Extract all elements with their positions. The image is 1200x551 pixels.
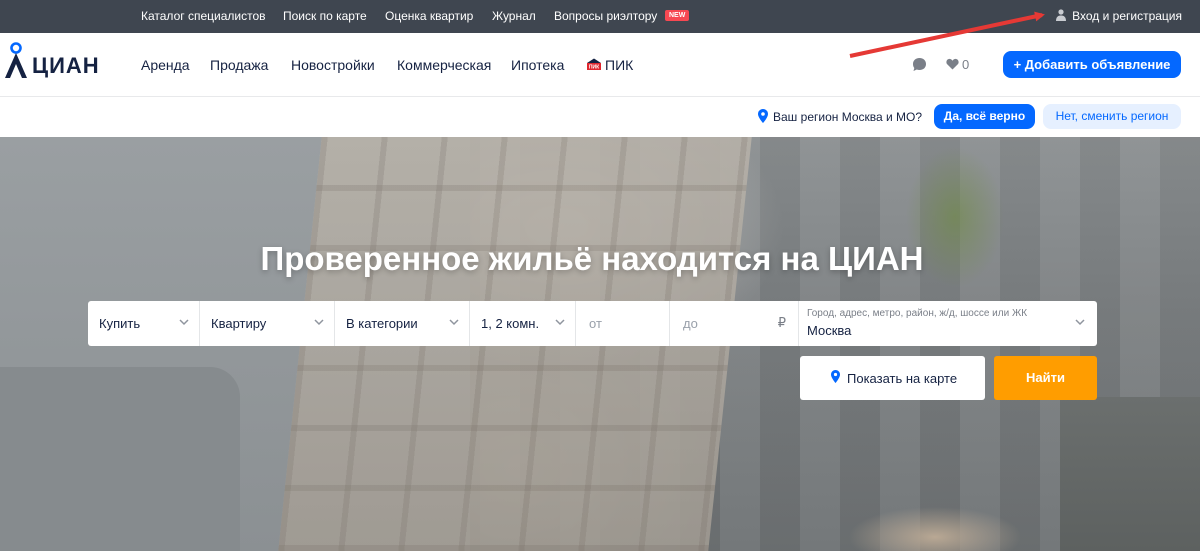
new-badge: NEW bbox=[665, 10, 690, 21]
geo-value: Москва bbox=[807, 323, 852, 338]
nav-rent[interactable]: Аренда bbox=[141, 57, 190, 73]
category-select[interactable]: В категории bbox=[335, 301, 470, 346]
cian-logo[interactable]: ЦИАН bbox=[2, 42, 106, 80]
nav-mortgage[interactable]: Ипотека bbox=[511, 57, 564, 73]
link-journal[interactable]: Журнал bbox=[492, 9, 536, 23]
rooms-value: 1, 2 комн. bbox=[481, 316, 540, 331]
show-on-map-label: Показать на карте bbox=[847, 371, 958, 386]
chevron-down-icon bbox=[1075, 319, 1085, 326]
chevron-down-icon bbox=[449, 319, 459, 326]
nav-commercial[interactable]: Коммерческая bbox=[397, 57, 491, 73]
logo-mark-icon bbox=[5, 42, 27, 78]
region-question: Ваш регион Москва и МО? bbox=[773, 110, 923, 124]
nav-new-buildings[interactable]: Новостройки bbox=[291, 57, 375, 73]
hero-title: Проверенное жильё находится на ЦИАН bbox=[260, 240, 924, 277]
show-on-map-button[interactable]: Показать на карте bbox=[800, 356, 985, 400]
main-header: ЦИАН Аренда Продажа Новостройки Коммерче… bbox=[0, 33, 1200, 97]
favorites-count: 0 bbox=[962, 57, 970, 72]
logo-text: ЦИАН bbox=[32, 53, 100, 78]
link-realtor-questions[interactable]: Вопросы риэлтору bbox=[554, 9, 657, 23]
region-bar: Ваш регион Москва и МО? Да, всё верно Не… bbox=[0, 97, 1200, 137]
heart-icon[interactable] bbox=[946, 58, 959, 70]
geo-input[interactable]: Город, адрес, метро, район, ж/д, шоссе и… bbox=[799, 301, 1097, 346]
add-listing-button[interactable]: + Добавить объявление bbox=[1003, 51, 1181, 78]
price-to-input[interactable]: до ₽ bbox=[670, 301, 799, 346]
top-bar: Каталог специалистов Поиск по карте Оцен… bbox=[0, 0, 1200, 33]
currency-symbol: ₽ bbox=[777, 315, 786, 330]
price-to-placeholder: до bbox=[683, 316, 698, 331]
link-apartment-valuation[interactable]: Оценка квартир bbox=[385, 9, 473, 23]
change-region-button[interactable]: Нет, сменить регион bbox=[1043, 104, 1181, 129]
chevron-down-icon bbox=[314, 319, 324, 326]
map-pin-icon bbox=[831, 370, 840, 383]
pik-logo-icon: ПИК bbox=[587, 58, 601, 71]
link-specialists-catalog[interactable]: Каталог специалистов bbox=[141, 9, 266, 23]
hero-sofa-arm-image bbox=[0, 367, 240, 551]
hero-table-image bbox=[1060, 397, 1200, 551]
hero-plant-image bbox=[880, 137, 1030, 307]
find-button[interactable]: Найти bbox=[994, 356, 1097, 400]
chevron-down-icon bbox=[555, 319, 565, 326]
deal-type-select[interactable]: Купить bbox=[88, 301, 200, 346]
nav-pik[interactable]: ПИК bbox=[605, 57, 633, 73]
login-label: Вход и регистрация bbox=[1072, 9, 1182, 23]
search-form: Купить Квартиру В категории 1, 2 комн. о… bbox=[88, 301, 1097, 346]
price-from-input[interactable]: от bbox=[576, 301, 670, 346]
geo-placeholder: Город, адрес, метро, район, ж/д, шоссе и… bbox=[807, 308, 1028, 319]
rooms-select[interactable]: 1, 2 комн. bbox=[470, 301, 576, 346]
hero-banner: Проверенное жильё находится на ЦИАН Купи… bbox=[0, 137, 1200, 551]
category-value: В категории bbox=[346, 316, 418, 331]
hero-basket-image bbox=[820, 487, 1050, 551]
login-button[interactable]: Вход и регистрация bbox=[1056, 9, 1182, 23]
location-pin-icon bbox=[758, 109, 768, 123]
confirm-region-button[interactable]: Да, всё верно bbox=[934, 104, 1035, 129]
user-icon bbox=[1056, 9, 1067, 21]
deal-type-value: Купить bbox=[99, 316, 141, 331]
object-type-select[interactable]: Квартиру bbox=[200, 301, 335, 346]
svg-text:ПИК: ПИК bbox=[589, 65, 600, 71]
object-type-value: Квартиру bbox=[211, 316, 267, 331]
chat-icon[interactable] bbox=[912, 57, 927, 72]
chevron-down-icon bbox=[179, 319, 189, 326]
price-from-placeholder: от bbox=[589, 316, 602, 331]
link-map-search[interactable]: Поиск по карте bbox=[283, 9, 367, 23]
nav-sale[interactable]: Продажа bbox=[210, 57, 268, 73]
